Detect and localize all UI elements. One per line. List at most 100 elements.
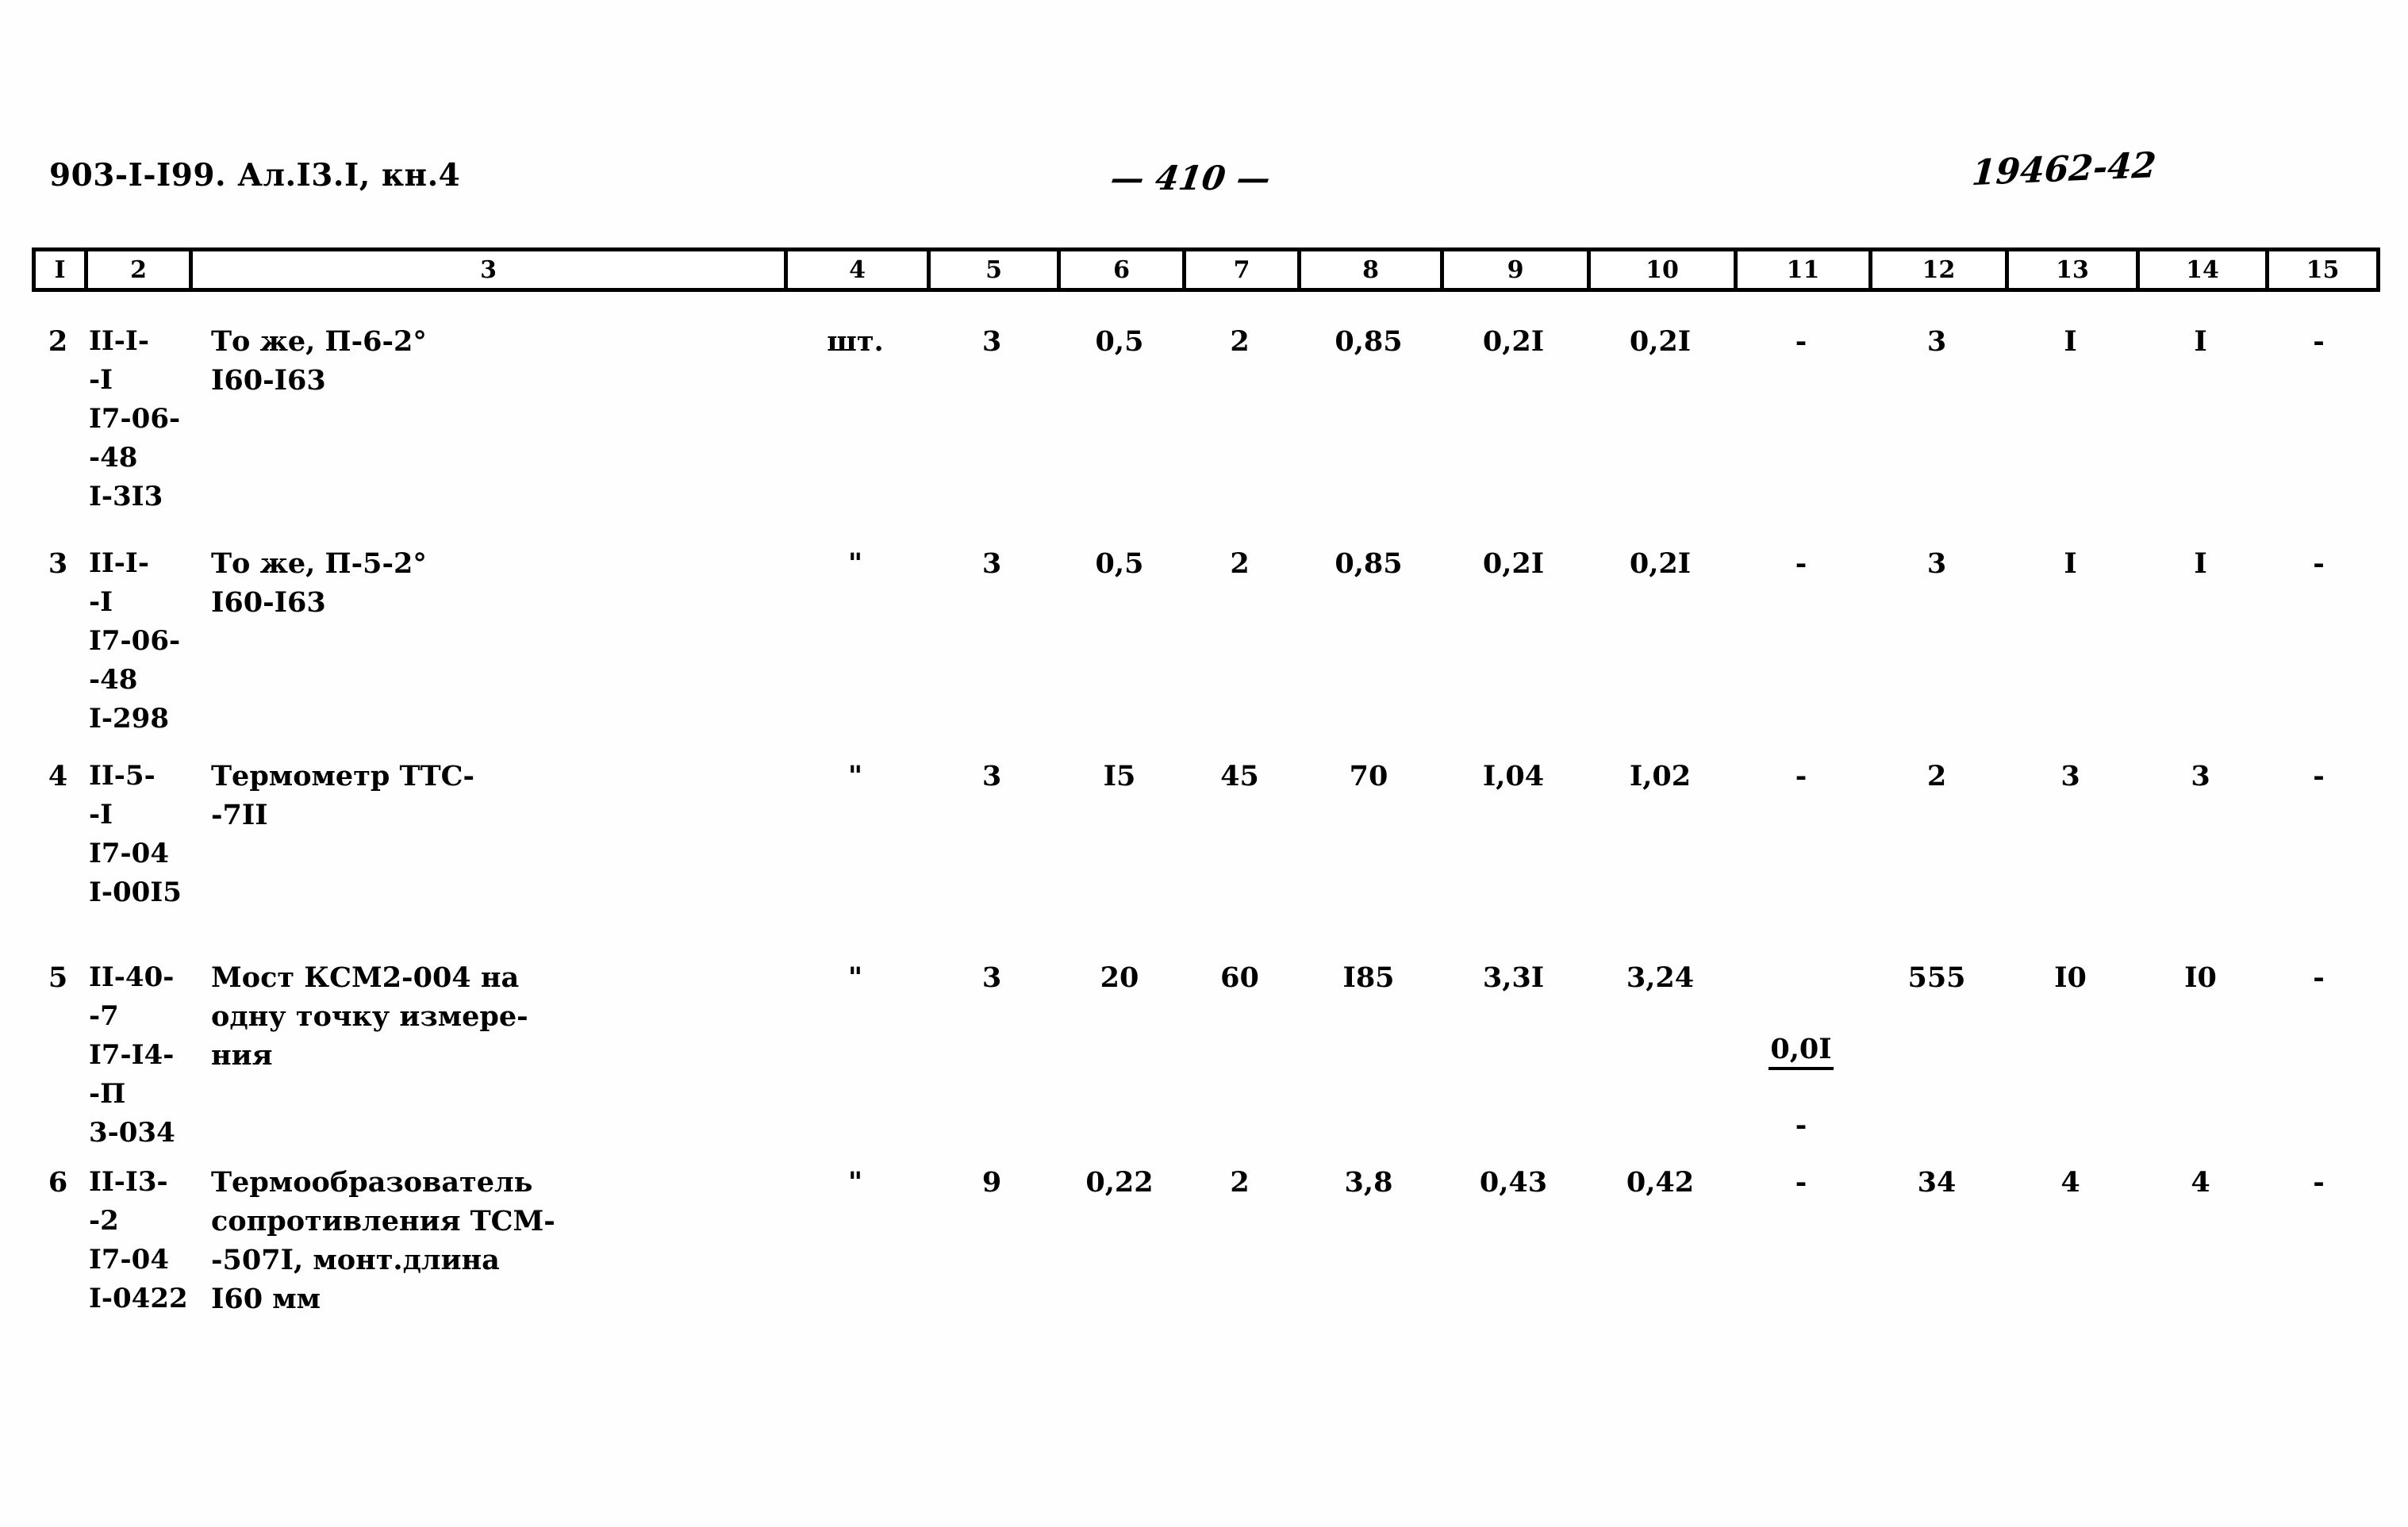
row-value-13: 4 bbox=[2060, 1166, 2080, 1199]
document-code: 903-I-I99. Ал.I3.I, кн.4 bbox=[49, 157, 461, 194]
row-value-8: 0,85 bbox=[1335, 325, 1403, 358]
row-value-13: I bbox=[2064, 325, 2077, 358]
row-value-14: 3 bbox=[2191, 760, 2210, 792]
row-value-15: - bbox=[2313, 547, 2325, 580]
row-value-9: 0,2I bbox=[1482, 547, 1545, 580]
row-description: Термометр ТТС- -7II bbox=[211, 760, 475, 831]
row-value-7: 2 bbox=[1230, 547, 1250, 580]
fraction: 0,0I - bbox=[1769, 997, 1834, 1178]
row-number: 3 bbox=[48, 547, 68, 580]
row-number: 6 bbox=[48, 1166, 68, 1199]
row-value-7: 60 bbox=[1220, 961, 1259, 994]
column-header-2: 2 bbox=[88, 251, 193, 288]
row-unit: " bbox=[847, 1166, 863, 1199]
row-unit: " bbox=[847, 961, 863, 994]
row-value-12: 3 bbox=[1926, 325, 1947, 358]
row-code: II-I- -I I7-06- -48 I-298 bbox=[89, 547, 181, 735]
column-header-13: 13 bbox=[2009, 251, 2140, 288]
row-value-5: 3 bbox=[981, 547, 1002, 580]
row-number: 5 bbox=[48, 961, 68, 994]
row-value-12: 3 bbox=[1926, 547, 1947, 580]
row-value-12: 34 bbox=[1917, 1166, 1957, 1199]
row-value-12: 555 bbox=[1907, 961, 1966, 994]
table-row: 3 II-I- -I I7-06- -48 I-298 То же, П-5-2… bbox=[32, 539, 2380, 752]
row-code: II-I3- -2 I7-04 I-0422 bbox=[89, 1166, 188, 1314]
row-number: 4 bbox=[48, 760, 68, 792]
row-value-7: 2 bbox=[1230, 1166, 1250, 1199]
row-code: II-5- -I I7-04 I-00I5 bbox=[89, 760, 182, 908]
row-value-14: I bbox=[2194, 325, 2207, 358]
column-header-7: 7 bbox=[1186, 251, 1301, 288]
row-value-11: - bbox=[1795, 760, 1807, 792]
row-value-13: 3 bbox=[2060, 760, 2080, 792]
row-description: То же, П-6-2° I60-I63 bbox=[211, 325, 427, 397]
row-value-6: 0,5 bbox=[1095, 547, 1144, 580]
row-value-7: 2 bbox=[1230, 325, 1250, 358]
row-value-10: 0,2I bbox=[1629, 547, 1692, 580]
row-value-8: 0,85 bbox=[1335, 547, 1403, 580]
column-header-14: 14 bbox=[2140, 251, 2269, 288]
row-value-10: 0,42 bbox=[1626, 1166, 1695, 1199]
row-value-15: - bbox=[2313, 1166, 2325, 1199]
row-value-10: I,02 bbox=[1629, 760, 1692, 792]
row-value-11: - bbox=[1795, 547, 1807, 580]
row-value-6: 0,22 bbox=[1085, 1166, 1154, 1199]
column-header-5: 5 bbox=[931, 251, 1061, 288]
row-value-9: 0,43 bbox=[1479, 1166, 1548, 1199]
row-value-8: 70 bbox=[1349, 760, 1388, 792]
row-value-6: 0,5 bbox=[1095, 325, 1144, 358]
row-value-6: I5 bbox=[1103, 760, 1136, 792]
column-header-10: 10 bbox=[1591, 251, 1738, 288]
table-row: 6 II-I3- -2 I7-04 I-0422 Термообразовате… bbox=[32, 1158, 2380, 1364]
row-code: II-I- -I I7-06- -48 I-3I3 bbox=[89, 325, 181, 512]
row-value-14: I bbox=[2194, 547, 2207, 580]
row-description: Мост КСМ2-004 на одну точку измере- ния bbox=[211, 961, 528, 1072]
row-value-15: - bbox=[2313, 760, 2325, 792]
page-header: 903-I-I99. Ал.I3.I, кн.4 — 410 — 19462-4… bbox=[0, 145, 2408, 213]
row-value-5: 3 bbox=[981, 760, 1002, 792]
column-header-12: 12 bbox=[1872, 251, 2009, 288]
row-value-9: I,04 bbox=[1482, 760, 1545, 792]
row-value-5: 9 bbox=[981, 1166, 1002, 1199]
table-row: 4 II-5- -I I7-04 I-00I5 Термометр ТТС- -… bbox=[32, 752, 2380, 953]
row-value-11: - bbox=[1795, 1166, 1807, 1199]
row-value-7: 45 bbox=[1220, 760, 1259, 792]
row-value-5: 3 bbox=[981, 961, 1002, 994]
column-header-1: I bbox=[36, 251, 88, 288]
table-column-header-row: I 2 3 4 5 6 7 8 9 10 11 12 13 14 15 bbox=[32, 247, 2380, 292]
column-header-8: 8 bbox=[1301, 251, 1444, 288]
column-header-6: 6 bbox=[1061, 251, 1186, 288]
table-row: 5 II-40- -7 I7-I4- -П 3-034 Мост КСМ2-00… bbox=[32, 953, 2380, 1158]
row-value-14: I0 bbox=[2184, 961, 2217, 994]
row-value-13: I0 bbox=[2054, 961, 2087, 994]
row-unit: шт. bbox=[827, 325, 884, 358]
row-value-10: 3,24 bbox=[1626, 961, 1695, 994]
row-unit: " bbox=[847, 547, 863, 580]
row-value-10: 0,2I bbox=[1629, 325, 1692, 358]
row-code: II-40- -7 I7-I4- -П 3-034 bbox=[89, 961, 175, 1149]
row-unit: " bbox=[847, 760, 863, 792]
table-row: 2 II-I- -I I7-06- -48 I-3I3 То же, П-6-2… bbox=[32, 317, 2380, 539]
row-value-15: - bbox=[2313, 961, 2325, 994]
row-value-11-fraction: 0,0I - bbox=[1734, 953, 1868, 1180]
column-header-9: 9 bbox=[1444, 251, 1591, 288]
column-header-4: 4 bbox=[788, 251, 931, 288]
row-value-5: 3 bbox=[981, 325, 1002, 358]
row-value-6: 20 bbox=[1100, 961, 1139, 994]
column-header-15: 15 bbox=[2306, 255, 2340, 284]
row-value-12: 2 bbox=[1926, 760, 1947, 792]
fraction-denominator: - bbox=[1795, 1109, 1807, 1141]
table-body: 2 II-I- -I I7-06- -48 I-3I3 То же, П-6-2… bbox=[32, 317, 2380, 1364]
fraction-numerator: 0,0I bbox=[1769, 1032, 1834, 1070]
row-value-15: - bbox=[2313, 325, 2325, 358]
scanned-document-page: 903-I-I99. Ал.I3.I, кн.4 — 410 — 19462-4… bbox=[0, 0, 2408, 1527]
page-number-handwritten: — 410 — bbox=[1108, 159, 1273, 198]
row-description: Термообразователь сопротивления ТСМ- -50… bbox=[211, 1166, 555, 1315]
row-value-9: 0,2I bbox=[1482, 325, 1545, 358]
column-header-11: 11 bbox=[1738, 251, 1872, 288]
row-value-8: 3,8 bbox=[1344, 1166, 1393, 1199]
row-value-9: 3,3I bbox=[1482, 961, 1545, 994]
row-value-14: 4 bbox=[2191, 1166, 2210, 1199]
row-value-8: I85 bbox=[1342, 961, 1395, 994]
row-value-11: - bbox=[1795, 325, 1807, 358]
